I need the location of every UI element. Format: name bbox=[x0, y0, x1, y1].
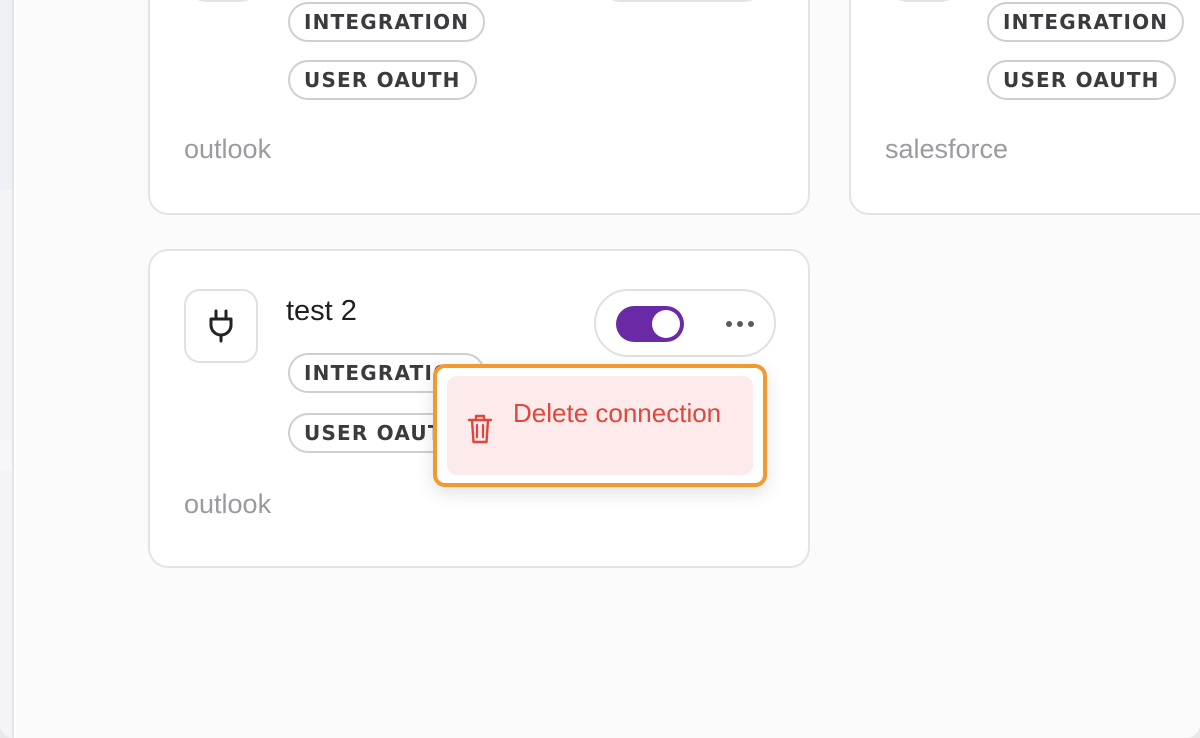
delete-connection-menu-item[interactable]: Delete connection bbox=[447, 376, 753, 475]
plug-icon bbox=[184, 289, 258, 363]
context-menu: Delete connection bbox=[433, 364, 767, 487]
connection-card[interactable]: INTEGRATION USER OAUTH salesforce bbox=[849, 0, 1200, 215]
connection-title: test 2 bbox=[286, 295, 357, 327]
sidebar-edge bbox=[0, 0, 14, 738]
tag-user-oauth: USER OAUTH bbox=[288, 60, 477, 100]
toggle-knob bbox=[652, 310, 680, 338]
provider-name: salesforce bbox=[885, 134, 1009, 164]
app-window: INTEGRATION USER OAUTH outlook INTEGRATI… bbox=[0, 0, 1200, 738]
connection-card[interactable]: INTEGRATION USER OAUTH outlook bbox=[148, 0, 810, 215]
more-options-button[interactable] bbox=[714, 311, 766, 337]
tag-integration: INTEGRATION bbox=[987, 2, 1185, 42]
provider-name: outlook bbox=[184, 134, 272, 164]
delete-connection-label: Delete connection bbox=[513, 398, 722, 428]
tag-user-oauth: USER OAUTH bbox=[987, 60, 1176, 100]
tag-integration: INTEGRATION bbox=[288, 2, 486, 42]
provider-name: outlook bbox=[184, 489, 272, 519]
trash-icon bbox=[467, 414, 493, 444]
connection-controls bbox=[594, 289, 776, 357]
enable-toggle[interactable] bbox=[616, 306, 684, 342]
